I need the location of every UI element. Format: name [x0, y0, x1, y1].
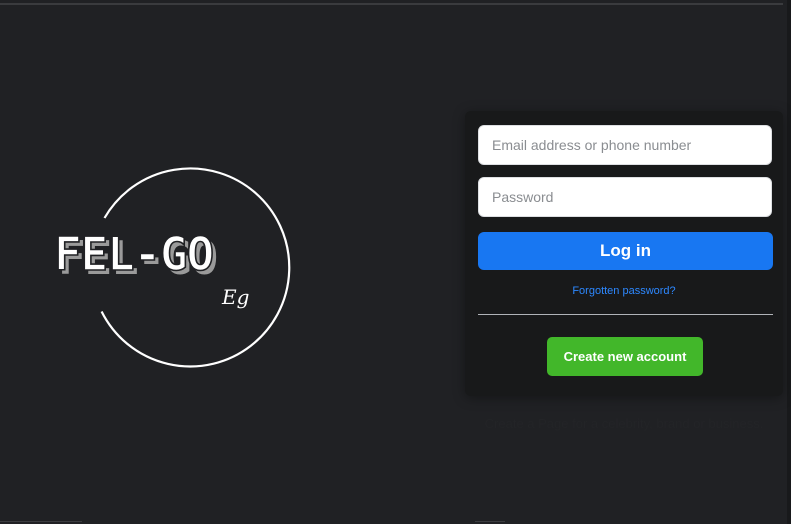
forgot-password-link[interactable]: Forgotten password?	[465, 285, 783, 297]
window-edge	[787, 0, 791, 524]
form-divider	[478, 314, 773, 315]
create-account-button[interactable]: Create new account	[547, 337, 703, 376]
bottom-divider-left	[0, 521, 82, 522]
logo-text: FEL-GO	[54, 227, 213, 281]
login-card: Log in Forgotten password? Create new ac…	[465, 111, 783, 396]
login-button[interactable]: Log in	[478, 232, 773, 270]
password-field[interactable]	[478, 177, 772, 217]
email-field[interactable]	[478, 125, 772, 165]
bottom-divider-right	[475, 521, 505, 522]
logo-subtext: Eg	[221, 285, 249, 309]
brand-logo: FEL-GO FEL-GO Eg	[0, 0, 440, 524]
create-page-text: Create a Page for a celebrity, brand or …	[484, 416, 764, 431]
login-page: FEL-GO FEL-GO Eg Log in Forgotten passwo…	[0, 0, 791, 524]
logo-graphic: FEL-GO FEL-GO Eg	[53, 167, 291, 368]
